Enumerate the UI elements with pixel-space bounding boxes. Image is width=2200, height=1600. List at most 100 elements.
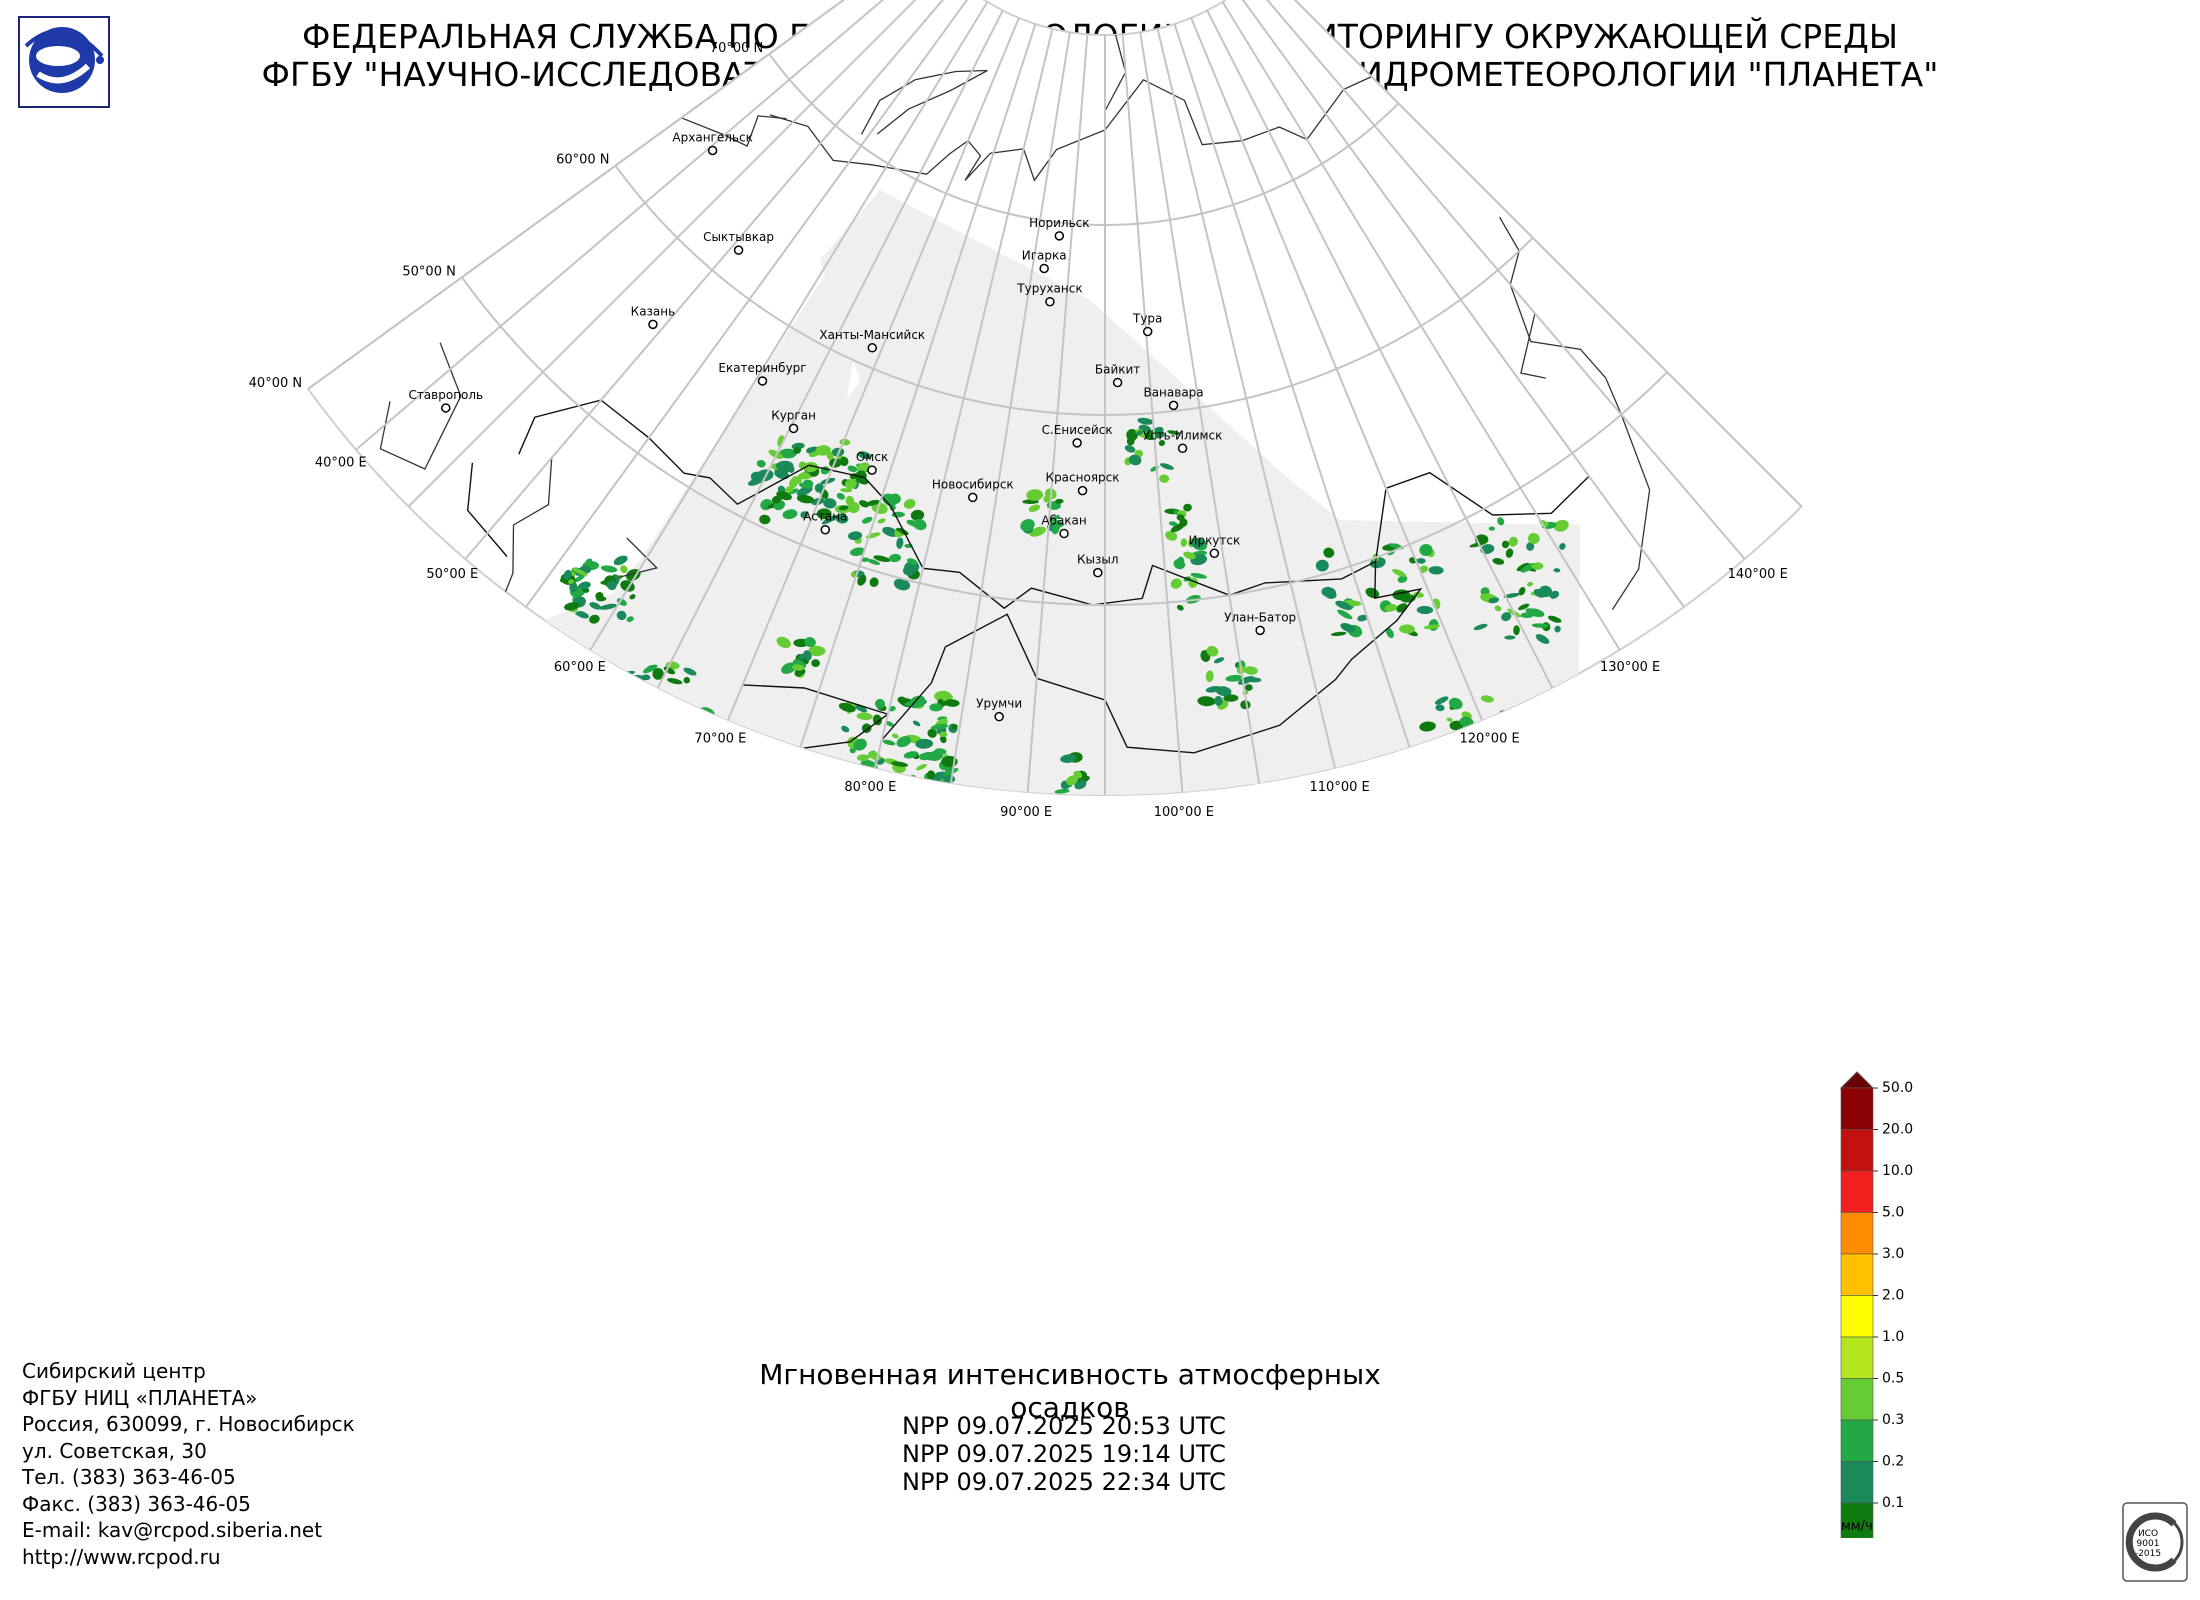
precip-cell — [830, 1083, 842, 1094]
precip-cell — [1248, 1019, 1255, 1026]
precip-cell — [1445, 909, 1465, 925]
precip-cell — [1301, 804, 1311, 813]
precip-cell — [1528, 912, 1537, 923]
precip-cell — [1293, 977, 1301, 985]
precip-cell — [678, 705, 691, 712]
precip-cell — [1528, 1140, 1546, 1148]
precip-cell — [1312, 1114, 1330, 1120]
precip-cell — [1410, 863, 1424, 872]
precip-cell — [1424, 803, 1432, 809]
precip-cell — [779, 1144, 792, 1155]
precip-cell — [1518, 913, 1531, 919]
precip-cell — [1413, 990, 1428, 1002]
precip-cell — [1257, 1118, 1268, 1131]
precip-cell — [1351, 855, 1364, 869]
precip-cell — [1296, 981, 1314, 993]
precip-cell — [822, 939, 833, 945]
footer-line: Сибирский центр — [22, 1359, 206, 1383]
precip-cell — [1591, 922, 1604, 930]
precip-cell — [1526, 840, 1540, 847]
precip-cell — [1528, 843, 1538, 853]
precip-cell — [1415, 840, 1423, 849]
precip-cell — [1567, 938, 1584, 950]
precip-cell — [1006, 1112, 1019, 1125]
precip-cell — [819, 1008, 828, 1013]
precip-cell — [1490, 1009, 1500, 1021]
precip-cell — [1436, 865, 1449, 878]
precip-cell — [1319, 1208, 1337, 1216]
precip-cell — [1560, 813, 1574, 824]
precip-cell — [855, 912, 867, 924]
website-link[interactable]: http://www.rcpod.ru — [22, 1544, 355, 1571]
precip-cell — [1560, 811, 1574, 817]
precip-cell — [1064, 837, 1076, 845]
precip-cell — [1559, 920, 1574, 934]
precip-cell — [1521, 928, 1533, 935]
precip-cell — [1417, 876, 1432, 885]
precip-cell — [1547, 935, 1558, 942]
precip-cell — [1458, 812, 1466, 821]
precip-cell — [1580, 803, 1595, 814]
precip-cell — [1411, 814, 1429, 828]
city-marker — [648, 319, 658, 330]
precip-cell — [1334, 1031, 1349, 1043]
precip-cell — [890, 941, 900, 950]
precip-cell — [1395, 1009, 1409, 1019]
precip-cell — [1422, 789, 1436, 796]
precip-cell — [1526, 890, 1544, 901]
precip-cell — [1455, 934, 1469, 949]
precip-cell — [1314, 943, 1328, 953]
precip-cell — [1476, 859, 1485, 866]
precip-cell — [843, 1108, 861, 1121]
precip-cell — [1585, 968, 1595, 977]
precip-cell — [1391, 796, 1407, 804]
precip-cell — [828, 940, 848, 957]
precip-cell — [1379, 919, 1390, 932]
precip-cell — [1312, 1205, 1322, 1215]
email-link[interactable]: E-mail: kav@rcpod.siberia.net — [22, 1517, 355, 1544]
precip-cell — [1532, 1056, 1540, 1064]
precip-cell — [1522, 907, 1540, 919]
legend-color-bin — [1840, 1461, 1874, 1504]
precip-cell — [1519, 886, 1534, 899]
precip-cell — [1333, 803, 1341, 810]
city-marker — [1077, 485, 1088, 496]
precip-cell — [1409, 807, 1422, 817]
precip-cell — [1296, 1017, 1303, 1022]
precip-cell — [1431, 834, 1440, 843]
precip-cell — [1455, 837, 1471, 850]
city-label: Тура — [1132, 312, 1162, 326]
precip-cell — [1244, 1018, 1260, 1029]
precip-cell — [1425, 1014, 1436, 1025]
precip-cell — [1387, 958, 1400, 969]
precip-cell — [1384, 839, 1399, 851]
precip-cell — [1362, 1199, 1371, 1208]
precip-cell — [1591, 825, 1605, 838]
precip-cell — [1406, 803, 1416, 812]
precip-cell — [1246, 905, 1257, 915]
precip-cell — [1401, 1035, 1415, 1046]
precip-cell — [1063, 828, 1073, 837]
precip-cell — [1336, 865, 1350, 876]
precip-cell — [1532, 845, 1550, 857]
precip-cell — [1530, 1043, 1540, 1055]
precip-cell — [840, 1033, 858, 1043]
precip-cell — [1504, 986, 1513, 992]
precip-cell — [1307, 795, 1323, 804]
precip-cell — [1266, 1130, 1277, 1142]
city-marker — [1054, 231, 1065, 241]
precip-cell — [1560, 820, 1577, 833]
precip-cell — [1335, 1035, 1346, 1043]
precip-cell — [1535, 1011, 1548, 1019]
precip-cell — [667, 720, 684, 731]
precip-cell — [1509, 857, 1528, 873]
precip-cell — [1317, 871, 1329, 879]
precip-cell — [1309, 928, 1327, 939]
precip-cell — [825, 922, 841, 928]
precip-cell — [1354, 815, 1361, 823]
precip-cell — [1534, 867, 1544, 879]
precip-cell — [1236, 902, 1245, 911]
precip-cell — [1412, 860, 1424, 869]
precip-cell — [1197, 940, 1215, 950]
precip-cell — [1315, 927, 1328, 933]
